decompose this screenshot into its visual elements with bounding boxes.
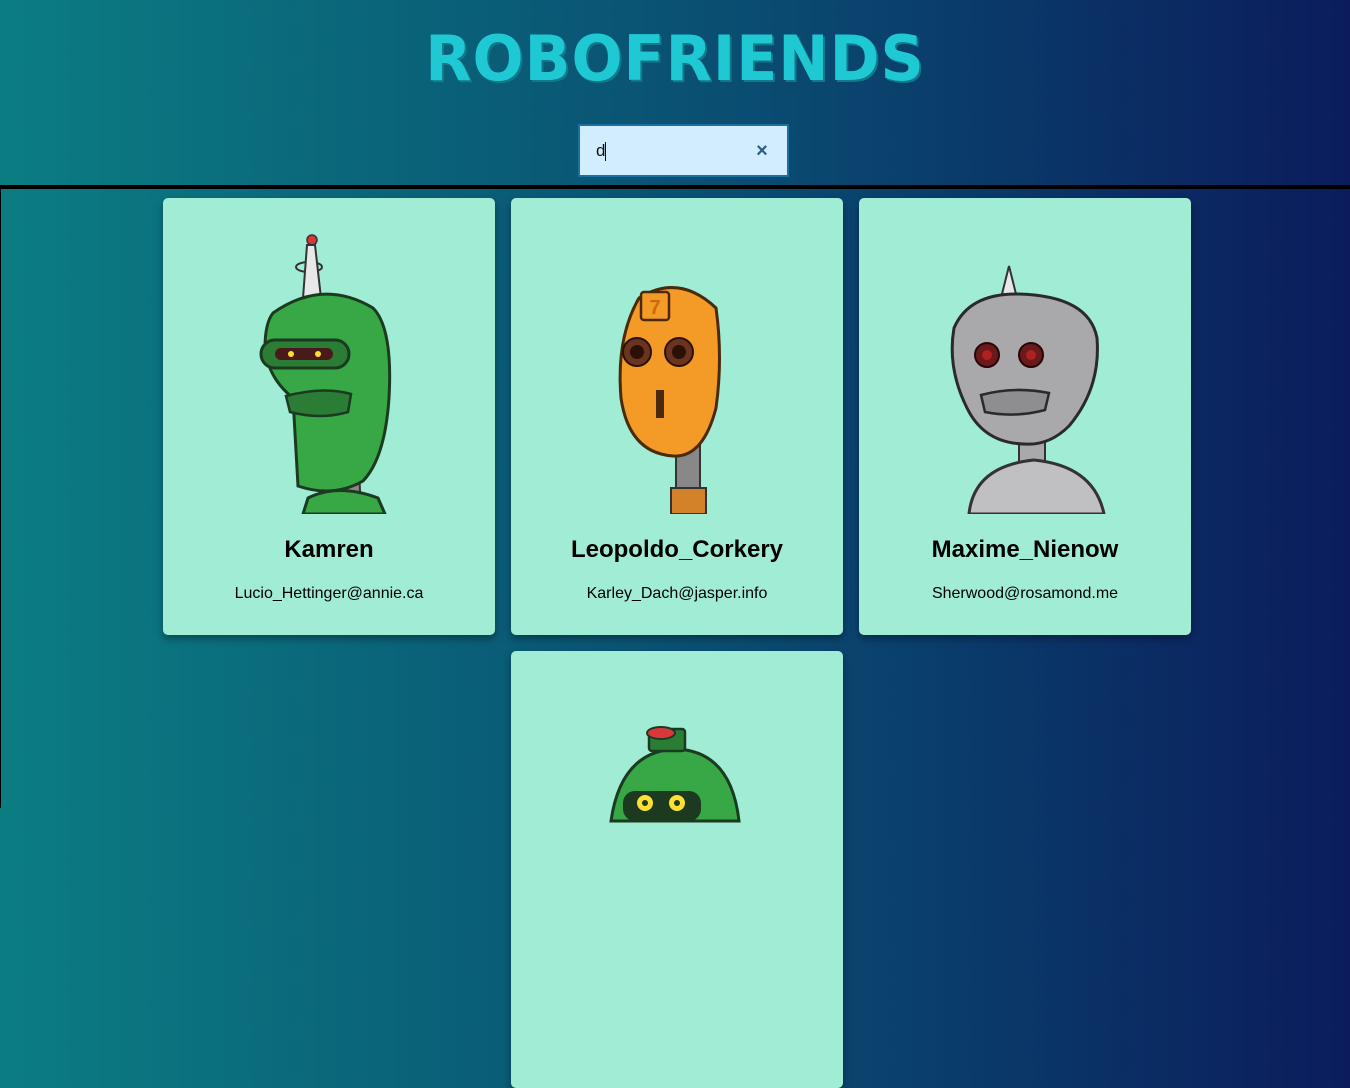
robot-avatar-icon: 7 (618, 286, 721, 514)
svg-text:7: 7 (649, 297, 660, 319)
search-box[interactable]: × (578, 124, 789, 177)
clear-icon[interactable]: × (753, 141, 771, 161)
robot-card[interactable]: Kamren Lucio_Hettinger@annie.ca (163, 198, 495, 635)
robot-list[interactable]: Kamren Lucio_Hettinger@annie.ca 7 Leopol… (0, 189, 1350, 1088)
robot-name: Kamren (284, 536, 374, 563)
text-caret (605, 142, 606, 161)
robot-email: Lucio_Hettinger@annie.ca (234, 585, 424, 602)
app-title: RoboFriends (425, 22, 925, 95)
robot-name: Leopoldo_Corkery (570, 536, 784, 563)
robot-avatar-icon (609, 726, 741, 823)
robot-avatar-icon (950, 265, 1106, 514)
search-input[interactable] (596, 140, 746, 162)
robot-card[interactable]: 7 Leopoldo_Corkery Karley_Dach@jasper.in… (511, 198, 843, 635)
robot-email: Sherwood@rosamond.me (931, 585, 1119, 602)
robot-name: Maxime_Nienow (931, 536, 1119, 563)
robot-card[interactable] (511, 651, 843, 1088)
robot-email: Karley_Dach@jasper.info (586, 585, 768, 602)
robot-avatar-icon (259, 234, 392, 514)
robot-card[interactable]: Maxime_Nienow Sherwood@rosamond.me (859, 198, 1191, 635)
